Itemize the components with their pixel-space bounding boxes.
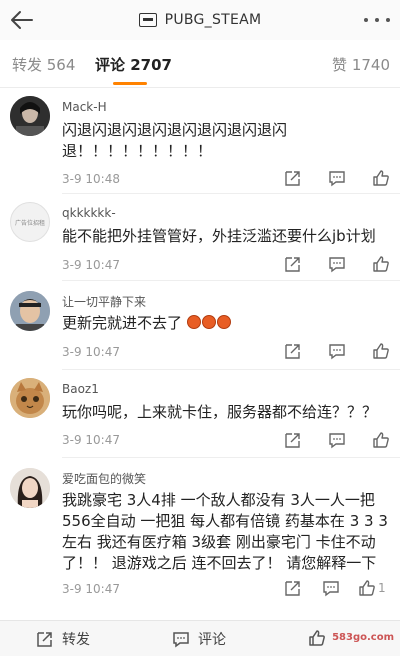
share-button[interactable] (282, 168, 304, 188)
tab-bar: 转发 564 评论 2707 赞 1740 (0, 40, 400, 88)
title-area: PUBG_STEAM (0, 0, 400, 40)
page-title: PUBG_STEAM (164, 12, 262, 28)
comment-item: 广告位招租 qkkkkkk- 能不能把外挂管管好，外挂泛滥还要什么jb计划 3-… (0, 194, 400, 281)
thumbs-up-icon (359, 580, 375, 596)
like-button[interactable] (308, 629, 334, 647)
comment-text: 玩你吗呢，上来就卡住，服务器都不给连？？？ (62, 403, 378, 421)
comment-text: 更新完就进不去了 (62, 313, 392, 334)
comment-text-content: 更新完就进不去了 (62, 314, 183, 332)
avatar[interactable] (10, 378, 50, 418)
comment-item: 爱吃面包的微笑 我跳豪宅 3人4排 一个敌人都没有 3人一人一把556全自动 一… (0, 458, 400, 620)
thumbs-up-icon (373, 343, 389, 359)
like-button[interactable] (370, 254, 392, 274)
commenter-name[interactable]: qkkkkkk- (62, 206, 116, 220)
comment-text: 闪退闪退闪退闪退闪退闪退闪退闪退！！！！！！！！！ (62, 121, 288, 160)
like-button[interactable]: 1 (358, 578, 392, 598)
comment-time: 3-9 10:47 (62, 345, 120, 359)
comment-actions: 1 (282, 578, 392, 598)
comment-actions (282, 168, 392, 188)
comment-time: 3-9 10:47 (62, 582, 120, 596)
comment-icon (173, 632, 189, 648)
share-button[interactable] (282, 341, 304, 361)
comment-icon (329, 171, 345, 187)
more-options-icon[interactable] (364, 14, 390, 26)
comment-text: 我跳豪宅 3人4排 一个敌人都没有 3人一人一把556全自动 一把狙 每人都有倍… (62, 491, 388, 572)
tab-repost[interactable]: 转发 564 (12, 54, 75, 75)
angry-emoji-icon (216, 315, 231, 329)
commenter-name[interactable]: 爱吃面包的微笑 (62, 470, 146, 487)
like-button[interactable] (370, 430, 392, 450)
share-button[interactable] (282, 578, 304, 598)
avatar[interactable] (10, 468, 50, 508)
thumbs-up-icon (309, 630, 325, 646)
thumbs-up-icon (373, 170, 389, 186)
angry-emoji-icon (201, 315, 216, 329)
comment-icon (329, 344, 345, 360)
top-bar: PUBG_STEAM (0, 0, 400, 40)
share-button[interactable] (282, 430, 304, 450)
avatar[interactable]: 广告位招租 (10, 202, 50, 242)
comment-icon (329, 433, 345, 449)
avatar-label: 广告位招租 (14, 219, 45, 227)
commenter-name[interactable]: Mack-H (62, 100, 107, 114)
reply-button[interactable] (326, 341, 348, 361)
tab-comment[interactable]: 评论 2707 (95, 54, 172, 75)
reply-button[interactable] (320, 578, 342, 598)
comment-icon (323, 581, 339, 597)
thumbs-up-icon (373, 432, 389, 448)
reply-button[interactable] (326, 430, 348, 450)
thumbs-up-icon (373, 256, 389, 272)
comment-actions (282, 341, 392, 361)
avatar[interactable] (10, 291, 50, 331)
share-button[interactable] (282, 254, 304, 274)
like-count: 1 (378, 581, 386, 595)
comment-item: Mack-H 闪退闪退闪退闪退闪退闪退闪退闪退！！！！！！！！！ 3-9 10:… (0, 88, 400, 194)
like-button[interactable] (370, 168, 392, 188)
comment-time: 3-9 10:48 (62, 172, 120, 186)
avatar[interactable] (10, 96, 50, 136)
watermark: 583go.com (332, 632, 394, 643)
angry-emoji-icon (186, 315, 201, 329)
like-button[interactable] (370, 341, 392, 361)
reply-button[interactable] (326, 254, 348, 274)
comment-item: Baoz1 玩你吗呢，上来就卡住，服务器都不给连？？？ 3-9 10:47 (0, 370, 400, 458)
active-tab-indicator (113, 82, 147, 85)
comment-time: 3-9 10:47 (62, 433, 120, 447)
repost-icon (37, 632, 52, 647)
share-icon (285, 433, 300, 448)
reply-button[interactable] (326, 168, 348, 188)
comment-button[interactable]: 评论 (172, 629, 226, 649)
comment-actions (282, 254, 392, 274)
share-icon (285, 171, 300, 186)
repost-label: 转发 (62, 632, 90, 648)
commenter-name[interactable]: Baoz1 (62, 382, 99, 396)
share-icon (285, 257, 300, 272)
commenter-name[interactable]: 让一切平静下来 (62, 293, 146, 310)
share-icon (285, 581, 300, 596)
comment-label: 评论 (198, 632, 226, 648)
repost-button[interactable]: 转发 (36, 629, 90, 649)
comment-item: 让一切平静下来 更新完就进不去了 3-9 10:47 (0, 281, 400, 370)
comment-actions (282, 430, 392, 450)
tab-like[interactable]: 赞 1740 (332, 54, 390, 75)
pubg-logo-icon (138, 13, 157, 27)
share-icon (285, 344, 300, 359)
comment-time: 3-9 10:47 (62, 258, 120, 272)
comment-icon (329, 257, 345, 273)
comment-text: 能不能把外挂管管好，外挂泛滥还要什么jb计划 (62, 227, 376, 245)
